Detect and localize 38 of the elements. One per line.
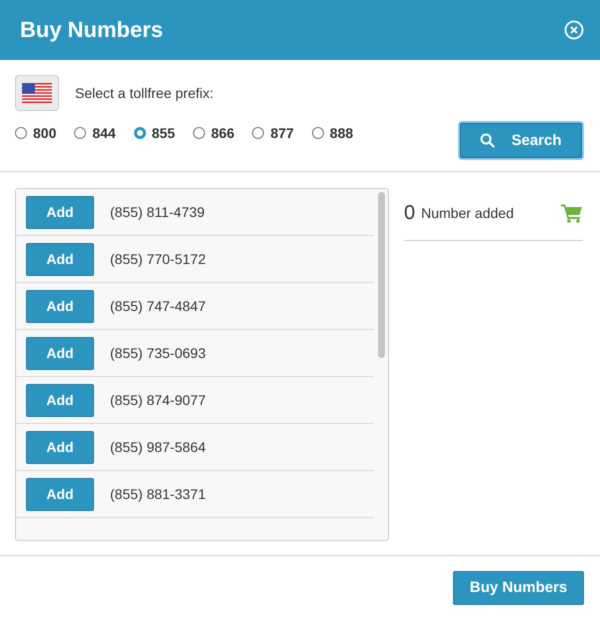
add-button[interactable]: Add (26, 242, 94, 276)
scrollbar-thumb[interactable] (378, 192, 384, 358)
radio-button[interactable] (134, 127, 146, 139)
phone-number: (855) 874-9077 (110, 392, 206, 408)
prefix-label: Select a tollfree prefix: (75, 85, 214, 101)
radio-button[interactable] (312, 127, 324, 139)
search-button[interactable]: Search (460, 123, 582, 158)
search-icon (480, 133, 496, 148)
flag-icon (22, 83, 52, 103)
cart-icon[interactable] (561, 203, 583, 223)
add-button[interactable]: Add (26, 430, 94, 464)
add-button[interactable]: Add (26, 196, 94, 228)
radio-label[interactable]: 888 (330, 125, 354, 141)
dialog-title: Buy Numbers (20, 17, 164, 43)
radio-button[interactable] (252, 127, 264, 139)
add-button[interactable]: Add (26, 336, 94, 370)
phone-number: (855) 735-0693 (110, 345, 206, 361)
radio-button[interactable] (74, 127, 86, 139)
phone-number: (855) 811-4739 (110, 204, 205, 220)
flag-button[interactable] (15, 75, 59, 111)
add-button[interactable]: Add (26, 478, 94, 510)
buy-numbers-button[interactable]: Buy Numbers (453, 570, 584, 604)
radio-label[interactable]: 866 (211, 125, 234, 141)
radio-label[interactable]: 844 (92, 125, 116, 141)
added-label: Number added (421, 205, 515, 221)
radio-label[interactable]: 855 (152, 125, 176, 141)
radio-button[interactable] (193, 127, 206, 139)
add-button[interactable]: Add (26, 290, 94, 322)
radio-button[interactable] (15, 127, 27, 139)
phone-number: (855) 881-3371 (110, 486, 206, 502)
phone-number: (855) 987-5864 (110, 439, 206, 455)
added-count: 0 (404, 202, 416, 224)
phone-number: (855) 747-4847 (110, 298, 206, 314)
radio-label[interactable]: 877 (270, 125, 294, 141)
radio-label[interactable]: 800 (33, 125, 56, 141)
phone-number: (855) 770-5172 (110, 251, 206, 267)
close-icon[interactable] (564, 20, 584, 40)
add-button[interactable]: Add (26, 384, 94, 416)
